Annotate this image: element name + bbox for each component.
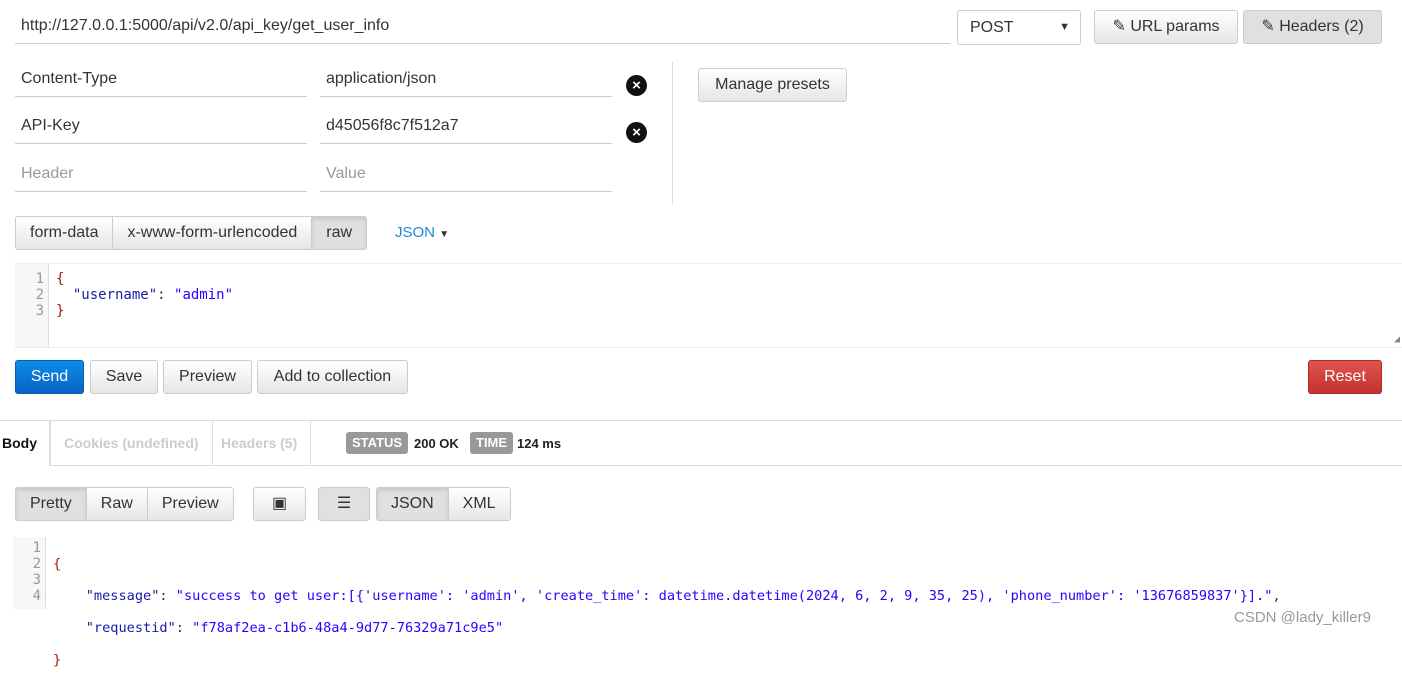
divider	[672, 62, 673, 204]
tab-raw[interactable]: raw	[312, 217, 367, 249]
tab-preview-view[interactable]: Preview	[147, 488, 233, 520]
line-number: 2	[32, 556, 41, 572]
headers-label: Headers (2)	[1279, 18, 1364, 35]
code-brace: }	[53, 652, 62, 668]
line-number: 1	[32, 540, 41, 556]
remove-header-icon[interactable]: ×	[626, 75, 647, 96]
header-value-input[interactable]: application/json	[320, 61, 612, 97]
edit-icon: ✎	[1112, 18, 1126, 35]
code-brace: }	[56, 303, 65, 319]
tab-json[interactable]: JSON	[377, 488, 449, 520]
line-number: 3	[35, 303, 44, 319]
code-brace: {	[56, 271, 65, 287]
line-number: 3	[32, 572, 41, 588]
method-select[interactable]: POST ▼	[957, 10, 1081, 45]
code-value: "admin"	[174, 287, 234, 303]
request-body-editor[interactable]: 123 { "username": "admin" } ◢	[15, 263, 1402, 348]
line-number: 1	[35, 271, 44, 287]
resize-handle-icon[interactable]: ◢	[1394, 334, 1400, 345]
code-key: "username"	[72, 287, 158, 303]
time-badge: TIME	[470, 432, 514, 454]
status-badge: STATUS	[346, 432, 409, 454]
method-value: POST	[970, 19, 1014, 36]
caret-down-icon: ▼	[439, 229, 450, 240]
code-value: "f78af2ea-c1b6-48a4-9d77-76329a71c9e5"	[192, 620, 504, 636]
header-key-input[interactable]: API-Key	[15, 108, 307, 144]
tab-response-cookies[interactable]: Cookies (undefined)	[50, 421, 213, 465]
save-button[interactable]: Save	[90, 360, 158, 394]
headers-button[interactable]: ✎ Headers (2)	[1243, 10, 1382, 44]
fullscreen-icon: ▣	[271, 495, 288, 512]
code-value: "success to get user:[{'username': 'admi…	[175, 588, 1273, 604]
format-tabs: JSON XML	[376, 487, 511, 521]
header-key-input[interactable]: Content-Type	[15, 61, 307, 97]
preview-button[interactable]: Preview	[163, 360, 252, 394]
view-tabs: Pretty Raw Preview	[15, 487, 234, 521]
wrap-lines-icon: ☰	[336, 495, 352, 512]
code-key: "requestid"	[85, 620, 176, 636]
url-params-button[interactable]: ✎ URL params	[1094, 10, 1238, 44]
body-format-dropdown[interactable]: JSON ▼	[395, 224, 449, 241]
body-format-label: JSON	[395, 224, 436, 241]
send-button[interactable]: Send	[15, 360, 84, 394]
new-header-value-input[interactable]: Value	[320, 156, 612, 192]
edit-icon: ✎	[1261, 18, 1275, 35]
tab-pretty[interactable]: Pretty	[16, 488, 87, 520]
wrap-toggle-button[interactable]: ☰	[318, 487, 370, 521]
response-body-viewer: 1234 { "message": "success to get user:[…	[13, 537, 1402, 668]
code-key: "message"	[85, 588, 160, 604]
line-number: 2	[35, 287, 44, 303]
url-params-label: URL params	[1130, 18, 1220, 35]
divider	[49, 465, 1402, 466]
reset-button[interactable]: Reset	[1308, 360, 1382, 394]
tab-form-data[interactable]: form-data	[16, 217, 114, 249]
watermark: CSDN @lady_killer9	[1234, 609, 1371, 626]
tab-response-headers[interactable]: Headers (5)	[208, 421, 312, 465]
remove-header-icon[interactable]: ×	[626, 122, 647, 143]
tab-raw-view[interactable]: Raw	[86, 488, 148, 520]
body-type-tabs: form-data x-www-form-urlencoded raw	[15, 216, 368, 250]
fullscreen-button[interactable]: ▣	[253, 487, 306, 521]
status-value: 200 OK	[414, 436, 459, 451]
time-value: 124 ms	[517, 436, 562, 451]
tab-xml[interactable]: XML	[448, 488, 510, 520]
manage-presets-button[interactable]: Manage presets	[698, 68, 847, 102]
line-number: 4	[32, 588, 41, 604]
header-value-input[interactable]: d45056f8c7f512a7	[320, 108, 612, 144]
code-brace: {	[53, 556, 62, 572]
chevron-down-icon: ▼	[1059, 21, 1070, 33]
tab-urlencoded[interactable]: x-www-form-urlencoded	[113, 217, 313, 249]
new-header-key-input[interactable]: Header	[15, 156, 307, 192]
tab-response-body[interactable]: Body	[0, 421, 50, 465]
code-sep: :	[157, 287, 175, 303]
url-input[interactable]: http://127.0.0.1:5000/api/v2.0/api_key/g…	[15, 8, 950, 44]
add-to-collection-button[interactable]: Add to collection	[257, 360, 408, 394]
